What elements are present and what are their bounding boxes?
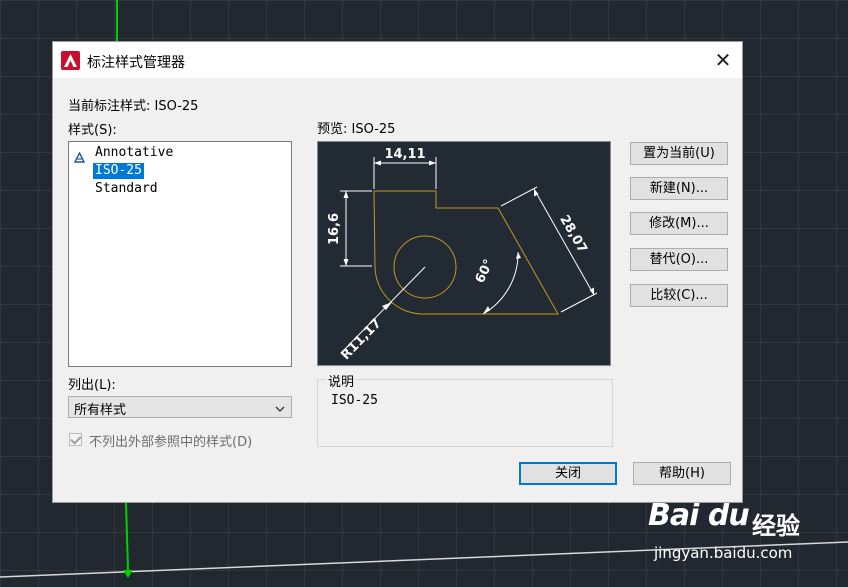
dim-radius-text: R11,17 (338, 316, 384, 363)
baidu-watermark: Bai du 经验 jingyan.baidu.com (648, 494, 828, 576)
annotative-icon (73, 151, 86, 167)
set-current-button[interactable]: 置为当前(U) (630, 142, 728, 165)
description-text: ISO-25 (331, 393, 378, 408)
preview-drawing: 14,11 16,6 28,07 60° R11,17 (327, 147, 598, 363)
styles-listbox[interactable]: Annotative ISO-25 Standard (68, 141, 292, 367)
dim-angle-text: 60° (473, 257, 497, 286)
list-item[interactable]: Annotative (93, 145, 175, 161)
description-group: 说明 ISO-25 (317, 371, 613, 447)
watermark-cn: 经验 (752, 512, 800, 540)
exclude-xref-checkbox[interactable] (69, 433, 82, 446)
exclude-xref-label: 不列出外部参照中的样式(D) (89, 435, 253, 450)
dimension-arrows (343, 160, 594, 314)
dim-height-text: 16,6 (327, 213, 342, 245)
titlebar[interactable]: 标注样式管理器 ✕ (53, 42, 742, 78)
close-icon[interactable]: ✕ (710, 48, 736, 72)
list-filter-label: 列出(L): (68, 378, 116, 393)
new-button[interactable]: 新建(N)... (630, 177, 728, 200)
watermark-logo: Bai du (648, 498, 750, 533)
current-style-label: 当前标注样式: ISO-25 (68, 99, 199, 114)
preview-label: 预览: ISO-25 (317, 122, 396, 137)
override-button[interactable]: 替代(O)... (630, 248, 728, 271)
compare-button[interactable]: 比较(C)... (630, 284, 728, 307)
part-outline (373, 190, 559, 315)
close-button[interactable]: 关闭 (519, 462, 617, 485)
list-item-selected[interactable]: ISO-25 (93, 163, 144, 179)
description-legend: 说明 (326, 371, 357, 390)
dialog-title: 标注样式管理器 (87, 55, 185, 71)
list-item[interactable]: Standard (93, 181, 160, 197)
style-preview: 14,11 16,6 28,07 60° R11,17 (317, 141, 611, 366)
list-filter-select[interactable]: 所有样式 (68, 396, 292, 418)
autocad-app-icon (61, 51, 80, 74)
modify-button[interactable]: 修改(M)... (630, 212, 728, 235)
chevron-down-icon (275, 402, 285, 417)
dimension-style-manager-dialog: 标注样式管理器 ✕ 当前标注样式: ISO-25 样式(S): Annotati… (52, 41, 743, 503)
dim-slant-text: 28,07 (556, 213, 590, 256)
styles-label: 样式(S): (68, 123, 117, 138)
watermark-url: jingyan.baidu.com (654, 544, 793, 562)
help-button[interactable]: 帮助(H) (633, 462, 731, 485)
list-filter-value: 所有样式 (74, 403, 127, 418)
dim-width-text: 14,11 (384, 147, 425, 162)
